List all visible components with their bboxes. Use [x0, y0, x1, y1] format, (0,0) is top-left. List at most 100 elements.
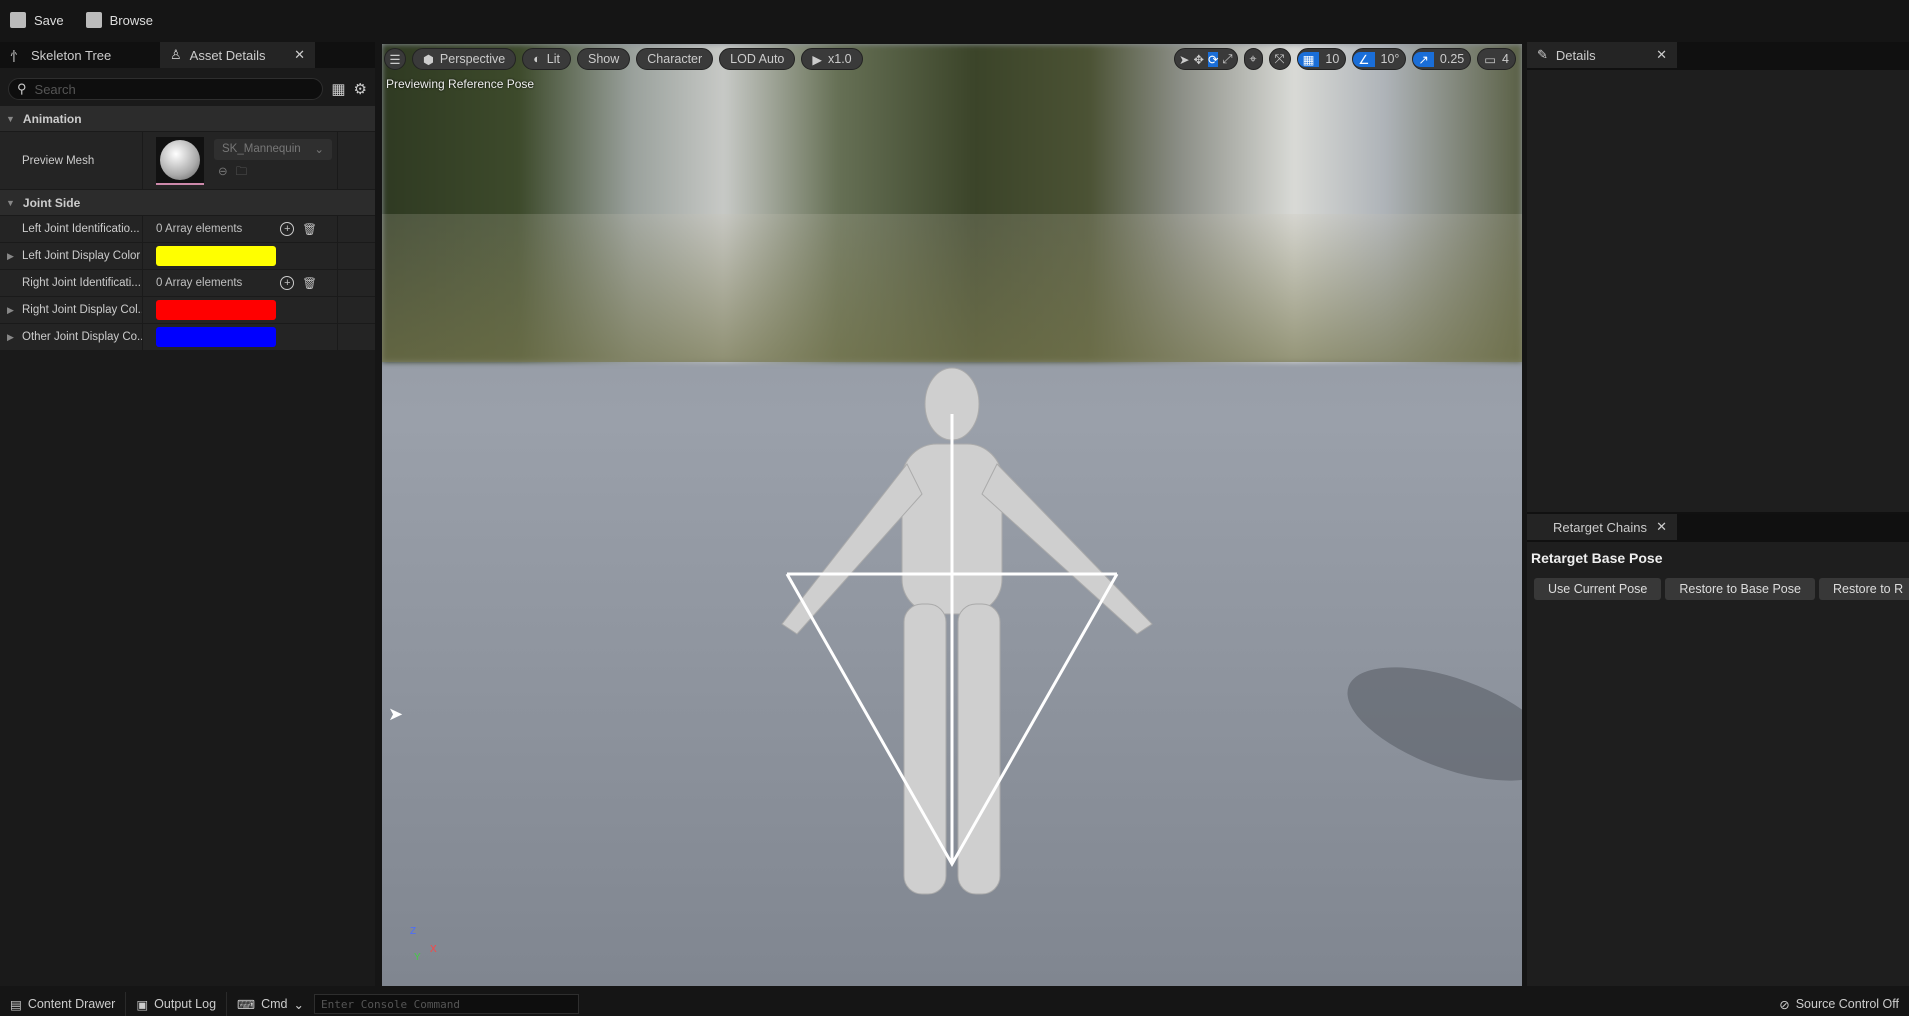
log-icon: ▣ — [136, 997, 149, 1012]
axis-x: X — [430, 944, 437, 955]
left-joint-ids-row: Left Joint Identificatio... 0 Array eleme… — [0, 216, 375, 243]
category-joint-side[interactable]: ▼ Joint Side — [0, 190, 375, 216]
category-animation[interactable]: ▼ Animation — [0, 106, 375, 132]
delete-icon[interactable]: 🗑 — [302, 222, 317, 236]
status-bar: ▤ Content Drawer ▣ Output Log ⌨ Cmd ⌄ Enter … — [0, 992, 1909, 1016]
property-label: Left Joint Identificatio... — [0, 216, 143, 242]
property-label: Left Joint Display Color — [22, 250, 141, 262]
property-label: Right Joint Display Col... — [22, 304, 143, 316]
playback-speed-button[interactable]: ▶ x1.0 — [801, 48, 863, 70]
array-count: 0 Array elements — [156, 277, 243, 289]
add-element-icon[interactable]: + — [280, 222, 295, 236]
tab-details[interactable]: ✎ Details ✕ — [1527, 42, 1677, 68]
terminal-icon: ⌨ — [237, 997, 256, 1012]
world-local-icon[interactable]: ⌖ — [1243, 48, 1263, 70]
browse-button[interactable]: Browse — [85, 12, 153, 28]
rotation-snap-button[interactable]: ∠ 10° — [1352, 48, 1407, 70]
grid-snap-button[interactable]: ▦ 10 — [1296, 48, 1347, 70]
property-label: Other Joint Display Co... — [22, 331, 143, 343]
lit-button[interactable]: ◐ Lit — [522, 48, 571, 70]
expand-icon[interactable]: ▶ — [7, 332, 14, 343]
lit-icon: ◐ — [533, 52, 541, 66]
camera-speed-button[interactable]: ▭ 4 — [1477, 48, 1516, 70]
search-icon: ⚲ — [17, 81, 27, 96]
right-color-swatch[interactable] — [156, 300, 276, 320]
use-current-pose-button[interactable]: Use Current Pose — [1534, 578, 1662, 600]
axis-z: Z — [410, 926, 417, 937]
content-drawer-button[interactable]: ▤ Content Drawer — [0, 992, 127, 1016]
tab-skeleton-tree[interactable]: ⺖ Skeleton Tree — [0, 42, 160, 68]
transform-tools: ➤ ✥ ⟳ ⤢ — [1174, 48, 1238, 70]
character-button[interactable]: Character — [636, 48, 714, 70]
chevron-down-icon: ⌄ — [293, 997, 304, 1012]
search-input[interactable]: ⚲ Search — [8, 78, 324, 100]
axis-y: Y — [414, 952, 421, 963]
asset-details-panel: ⺖ Skeleton Tree ♙ Asset Details ✕ ⚲ Search ▦… — [0, 42, 375, 986]
viewport-menu-button[interactable]: ☰ — [384, 48, 406, 70]
scale-snap-icon: ↗ — [1413, 51, 1434, 67]
other-joint-color-row: ▶ Other Joint Display Co... — [0, 324, 375, 351]
close-icon[interactable]: ✕ — [1656, 47, 1667, 63]
chevron-down-icon: ⌄ — [314, 144, 324, 156]
add-element-icon[interactable]: + — [280, 276, 295, 290]
show-button[interactable]: Show — [577, 48, 631, 70]
surface-snap-icon[interactable]: ⤧ — [1268, 48, 1291, 70]
browse-asset-icon[interactable]: 🗀 — [236, 164, 248, 183]
drawer-icon: ▤ — [10, 997, 22, 1012]
viewport[interactable]: ☰ ⬢ Perspective ◐ Lit Show Character LOD A… — [382, 44, 1522, 986]
close-icon[interactable]: ✕ — [294, 47, 305, 63]
left-color-swatch[interactable] — [156, 246, 276, 266]
mannequin-figure — [781, 367, 1522, 895]
delete-icon[interactable]: 🗑 — [302, 276, 317, 290]
tab-asset-details[interactable]: ♙ Asset Details ✕ — [160, 42, 315, 68]
source-control-button[interactable]: ⊘ Source Control Off — [1769, 992, 1909, 1016]
skeleton-tree-icon: ⺖ — [10, 48, 24, 64]
lod-button[interactable]: LOD Auto — [719, 48, 796, 70]
mesh-thumbnail[interactable] — [156, 136, 204, 185]
browse-icon — [85, 12, 102, 28]
preview-mesh-row: Preview Mesh SK_Mannequin ⌄ ⊖ 🗀 — [0, 132, 375, 190]
save-icon — [10, 12, 26, 28]
viewport-status: Previewing Reference Pose — [386, 77, 535, 91]
mesh-dropdown[interactable]: SK_Mannequin ⌄ — [214, 138, 332, 160]
mannequin-icon: ♙ — [170, 47, 182, 62]
preview-mesh-label: Preview Mesh — [0, 132, 143, 189]
rotate-icon[interactable]: ⟳ — [1208, 51, 1219, 67]
grid-icon: ▦ — [1297, 51, 1320, 67]
table-view-icon[interactable]: ▦ — [331, 80, 345, 98]
main-toolbar: Save Browse — [0, 0, 1909, 40]
other-color-swatch[interactable] — [156, 327, 276, 347]
source-control-off-icon: ⊘ — [1779, 997, 1790, 1012]
close-icon[interactable]: ✕ — [1656, 519, 1667, 535]
use-selected-icon[interactable]: ⊖ — [218, 164, 228, 183]
play-icon: ▶ — [812, 52, 822, 67]
restore-to-r-button[interactable]: Restore to R — [1818, 578, 1909, 600]
scale-icon[interactable]: ⤢ — [1222, 52, 1232, 67]
angle-icon: ∠ — [1353, 51, 1375, 67]
select-icon[interactable]: ➤ — [1179, 52, 1189, 67]
settings-icon[interactable]: ⚙ — [354, 80, 367, 98]
save-button[interactable]: Save — [10, 12, 64, 28]
expand-icon[interactable]: ▶ — [7, 305, 14, 316]
property-label: Right Joint Identificati... — [0, 270, 143, 296]
cube-icon: ⬢ — [423, 52, 434, 67]
collapse-icon: ▼ — [6, 113, 15, 124]
cmd-dropdown[interactable]: ⌨ Cmd ⌄ — [227, 992, 314, 1016]
console-input[interactable]: Enter Console Command — [313, 994, 579, 1014]
right-joint-ids-row: Right Joint Identificati... 0 Array eleme… — [0, 270, 375, 297]
restore-base-pose-button[interactable]: Restore to Base Pose — [1665, 578, 1815, 600]
expand-icon[interactable]: ▶ — [7, 251, 14, 262]
scale-snap-button[interactable]: ↗ 0.25 — [1412, 48, 1472, 70]
output-log-button[interactable]: ▣ Output Log — [126, 992, 228, 1016]
collapse-icon: ▼ — [6, 197, 15, 208]
pencil-icon: ✎ — [1537, 47, 1548, 62]
tab-retarget-chains[interactable]: Retarget Chains ✕ — [1527, 514, 1677, 540]
camera-icon: ▭ — [1484, 52, 1497, 67]
perspective-button[interactable]: ⬢ Perspective — [412, 48, 517, 70]
mouse-cursor-icon: ➤ — [388, 704, 404, 724]
left-joint-color-row: ▶ Left Joint Display Color — [0, 243, 375, 270]
right-joint-color-row: ▶ Right Joint Display Col... — [0, 297, 375, 324]
move-icon[interactable]: ✥ — [1194, 52, 1204, 67]
retarget-base-pose-title: Retarget Base Pose — [1531, 550, 1663, 566]
array-count: 0 Array elements — [156, 223, 243, 235]
